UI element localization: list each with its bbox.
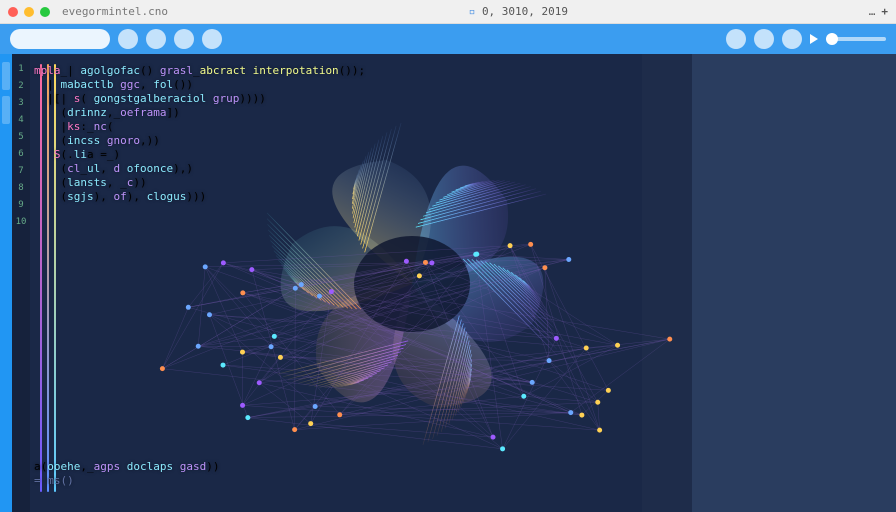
rail-tab-2[interactable] <box>2 96 10 124</box>
rail-tab-1[interactable] <box>2 62 10 90</box>
toolbar-button-1[interactable] <box>118 29 138 49</box>
progress-slider[interactable] <box>826 37 886 41</box>
address-text: evegormintel.cno <box>62 5 168 18</box>
window-controls <box>8 7 50 17</box>
title-center: ▫ 0, 3010, 2019 <box>174 5 863 18</box>
add-tab-icon[interactable]: + <box>881 5 888 18</box>
code-footer: a(ooehe,_agps doclaps gasd))= ms() <box>34 460 219 488</box>
minimize-icon[interactable] <box>24 7 34 17</box>
toolbar-right-2[interactable] <box>754 29 774 49</box>
toolbar-right-3[interactable] <box>782 29 802 49</box>
url-pill[interactable] <box>10 29 110 49</box>
play-icon[interactable] <box>810 34 818 44</box>
code-area[interactable]: mpla_| agolgofac() grasl_abcract interpo… <box>34 64 365 204</box>
toolbar-button-2[interactable] <box>146 29 166 49</box>
maximize-icon[interactable] <box>40 7 50 17</box>
gutter: 12345678910 <box>12 54 30 512</box>
toolbar-button-4[interactable] <box>202 29 222 49</box>
close-icon[interactable] <box>8 7 18 17</box>
toolbar-button-3[interactable] <box>174 29 194 49</box>
right-panel <box>692 54 896 512</box>
toolbar-right-1[interactable] <box>726 29 746 49</box>
left-rail <box>0 54 12 512</box>
toolbar <box>0 24 896 54</box>
titlebar: evegormintel.cno ▫ 0, 3010, 2019 … + <box>0 0 896 24</box>
more-icon[interactable]: … <box>869 5 876 18</box>
workspace: 12345678910 mpla_| agolgofac() grasl_abc… <box>0 54 896 512</box>
editor: 12345678910 mpla_| agolgofac() grasl_abc… <box>12 54 692 512</box>
